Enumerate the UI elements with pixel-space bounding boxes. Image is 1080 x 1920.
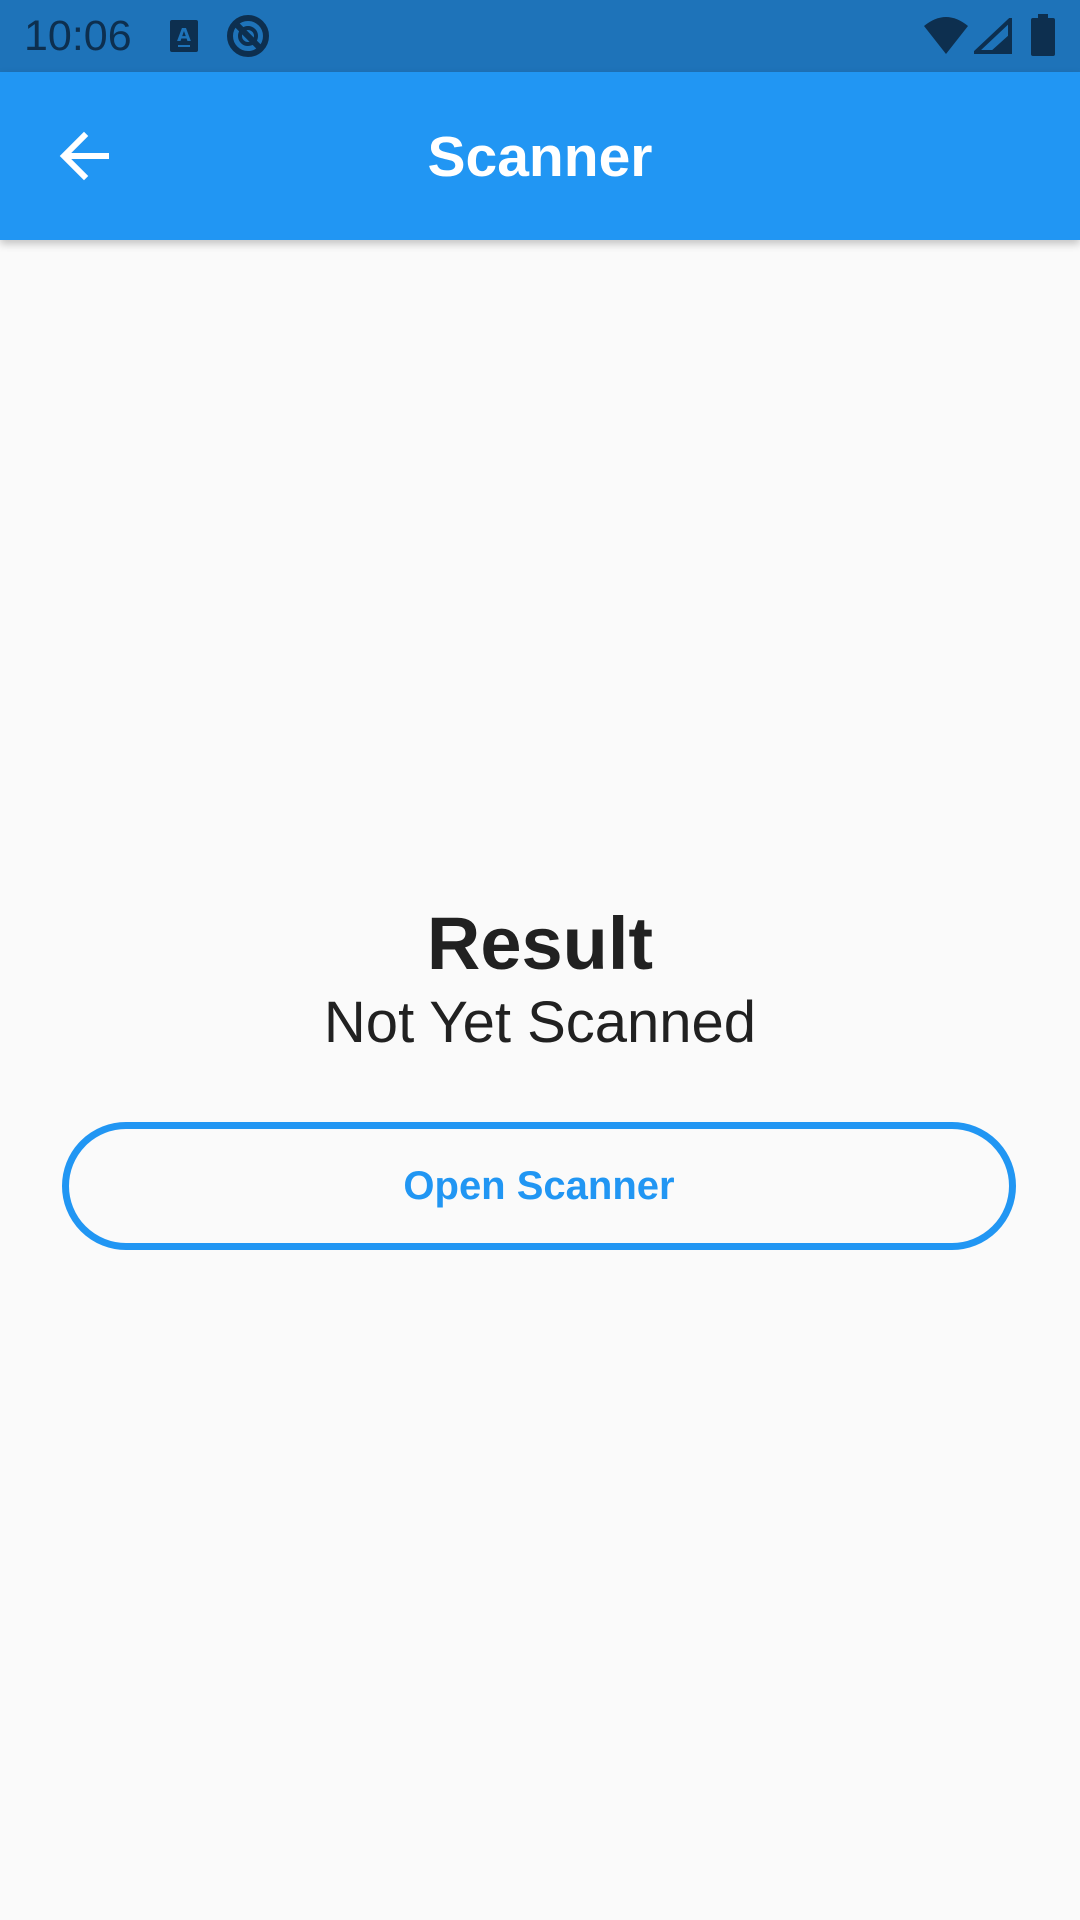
- result-label: Result: [426, 902, 654, 985]
- main-content: Result Not Yet Scanned Open Scanner: [0, 240, 1080, 1920]
- open-scanner-button[interactable]: Open Scanner: [62, 1122, 1016, 1250]
- page-title: Scanner: [427, 125, 653, 189]
- open-scanner-label: Open Scanner: [403, 1164, 675, 1208]
- battery-icon: [1031, 14, 1055, 56]
- scanner-screen: 10:06 A Scanner Result Not Yet Scanned O…: [0, 0, 1080, 1920]
- cell-signal-icon: [974, 18, 1012, 54]
- app-bar: Scanner: [0, 72, 1080, 240]
- status-time: 10:06: [24, 12, 132, 60]
- do-not-disturb-icon: [227, 15, 269, 57]
- keyboard-a-icon: A: [170, 20, 198, 52]
- svg-text:A: A: [177, 25, 191, 46]
- status-bar: 10:06 A: [0, 0, 1080, 72]
- result-value: Not Yet Scanned: [323, 990, 757, 1055]
- wifi-icon: [924, 17, 968, 54]
